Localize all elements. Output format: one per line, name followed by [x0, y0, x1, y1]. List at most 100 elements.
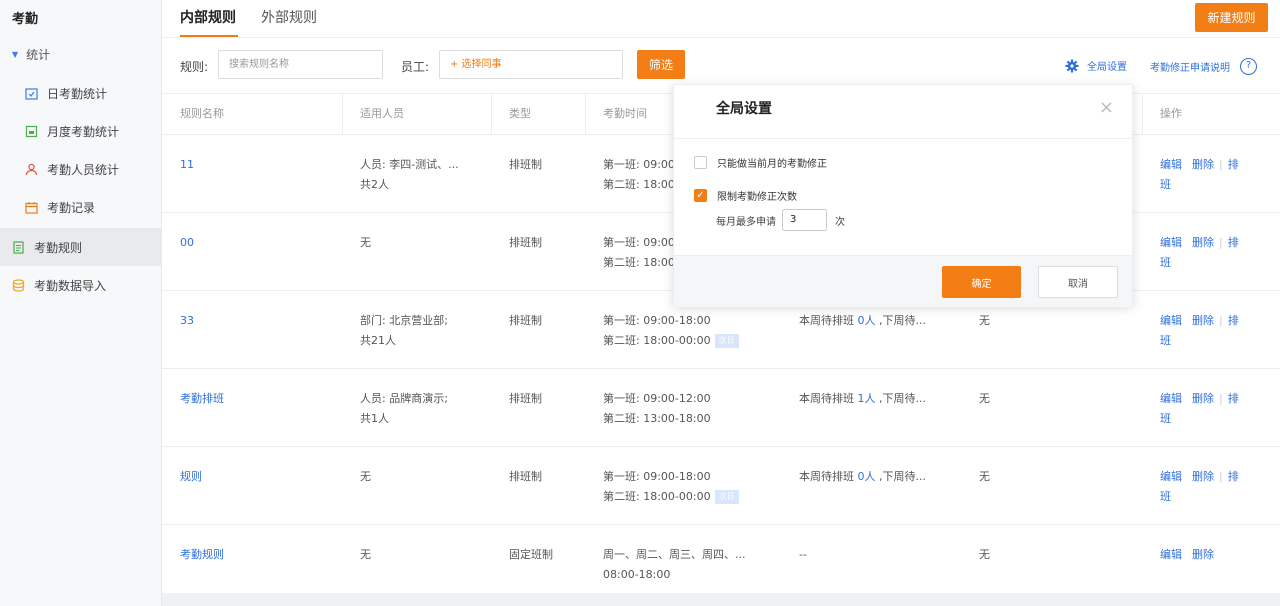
time-line-2-text: 第二班: 13:00-18:00 [603, 412, 711, 425]
tab-bar: 内部规则 外部规则 新建规则 [162, 0, 1280, 38]
schedule-link-wrap[interactable]: 班 [1160, 256, 1171, 269]
header-type: 类型 [509, 107, 531, 120]
delete-link[interactable]: 删除 [1192, 470, 1214, 483]
delete-link[interactable]: 删除 [1192, 236, 1214, 249]
schedule-link[interactable]: 排 [1228, 470, 1239, 483]
sidebar-item-label: 月度考勤统计 [47, 124, 120, 139]
sidebar-item-label: 考勤记录 [47, 200, 96, 215]
confirm-button[interactable]: 确定 [942, 266, 1021, 298]
people-count: 共21人 [360, 334, 396, 347]
sidebar-item-rules[interactable]: 考勤规则 [0, 228, 162, 266]
edit-link[interactable]: 编辑 [1160, 548, 1182, 561]
help-icon[interactable]: ? [1240, 58, 1257, 75]
type-cell: 固定班制 [509, 548, 553, 561]
rules-icon [12, 240, 25, 254]
time-line-2-text: 第二班: 18:00 [603, 178, 675, 191]
type-cell: 排班制 [509, 158, 542, 171]
option-current-month-only[interactable]: 只能做当前月的考勤修正 [694, 155, 827, 170]
checkbox-limit-corrections[interactable]: ✓ [694, 189, 707, 202]
people-cell: 人员: 李四-测试、... 共2人 [360, 155, 480, 195]
pending-count: 0人 [857, 314, 876, 327]
edit-link[interactable]: 编辑 [1160, 236, 1182, 249]
rule-name-link[interactable]: 考勤排班 [180, 389, 224, 409]
people-cell: 人员: 品牌商演示; 共1人 [360, 389, 480, 429]
actions-cell: 编辑 删除 [1160, 545, 1250, 565]
schedule-link[interactable]: 排 [1228, 236, 1239, 249]
table-row: 考勤规则 无 固定班制 周一、周二、周三、周四、... 08:00-18:00 -- 无 编辑… [162, 525, 1280, 603]
cancel-button[interactable]: 取消 [1038, 266, 1118, 298]
rule-name-link[interactable]: 33 [180, 311, 194, 331]
sidebar-title: 考勤 [12, 12, 39, 27]
checkbox-current-month-only[interactable] [694, 156, 707, 169]
dialog-footer: 确定 取消 [674, 255, 1132, 307]
tab-internal-rules[interactable]: 内部规则 [180, 7, 236, 27]
schedule-link-wrap[interactable]: 班 [1160, 334, 1171, 347]
edit-link[interactable]: 编辑 [1160, 392, 1182, 405]
people-count: 共1人 [360, 412, 389, 425]
schedule-link-wrap[interactable]: 班 [1160, 412, 1171, 425]
action-separator: | [1219, 236, 1223, 249]
sidebar-item-monthly-stats[interactable]: 月度考勤统计 [0, 112, 162, 150]
employee-select-input[interactable]: + 选择同事 [439, 50, 623, 79]
rule-name-link[interactable]: 00 [180, 233, 194, 253]
rule-search-input[interactable]: 搜索规则名称 [218, 50, 383, 79]
close-icon[interactable]: × [1099, 99, 1114, 117]
rule-name-link[interactable]: 规则 [180, 467, 202, 487]
tab-external-rules[interactable]: 外部规则 [261, 7, 317, 27]
actions-cell: 编辑 删除 | 排班 [1160, 467, 1250, 507]
header-people: 适用人员 [360, 107, 404, 120]
next-day-badge: 次日 [714, 334, 739, 348]
sidebar-item-people-stats[interactable]: 考勤人员统计 [0, 150, 162, 188]
calendar-check-icon [25, 87, 38, 100]
pending-cell: 本周待排班 0人 ,下周待... [799, 311, 949, 331]
delete-link[interactable]: 删除 [1192, 392, 1214, 405]
delete-link[interactable]: 删除 [1192, 314, 1214, 327]
edit-link[interactable]: 编辑 [1160, 314, 1182, 327]
schedule-link-wrap[interactable]: 班 [1160, 490, 1171, 503]
edit-link[interactable]: 编辑 [1160, 158, 1182, 171]
rule-name-link[interactable]: 考勤规则 [180, 545, 224, 565]
filter-button[interactable]: 筛选 [637, 50, 685, 79]
sidebar-group-stats[interactable]: ▼ 统计 [12, 46, 50, 63]
header-actions: 操作 [1160, 107, 1182, 120]
sidebar-item-daily-stats[interactable]: 日考勤统计 [0, 74, 162, 112]
time-line-2: 第二班: 13:00-18:00 [603, 409, 763, 429]
action-separator: | [1219, 158, 1223, 171]
sidebar-item-records[interactable]: 考勤记录 [0, 188, 162, 226]
monthly-limit-input[interactable]: 3 [782, 209, 827, 231]
edit-link[interactable]: 编辑 [1160, 470, 1182, 483]
dialog-divider [674, 138, 1132, 139]
delete-link[interactable]: 删除 [1192, 548, 1214, 561]
delete-link[interactable]: 删除 [1192, 158, 1214, 171]
people-line: 人员: 品牌商演示; [360, 392, 448, 405]
action-separator: | [1219, 392, 1223, 405]
type-cell: 排班制 [509, 392, 542, 405]
schedule-link[interactable]: 排 [1228, 392, 1239, 405]
exception-cell: 无 [979, 470, 990, 483]
correction-help-link[interactable]: 考勤修正申请说明 ? [1150, 58, 1257, 75]
time-cell: 第一班: 09:00-12:00 第二班: 13:00-18:00 [603, 389, 763, 429]
rule-filter-label: 规则: [180, 60, 209, 74]
time-line-2-text: 第二班: 18:00-00:00 [603, 490, 711, 503]
option-limit-corrections[interactable]: ✓ 限制考勤修正次数 [694, 188, 797, 203]
time-line-2-text: 08:00-18:00 [603, 568, 671, 581]
sidebar-item-label: 考勤人员统计 [47, 162, 120, 177]
schedule-link-wrap[interactable]: 班 [1160, 178, 1171, 191]
people-line: 无 [360, 548, 371, 561]
pending-count: 0人 [857, 470, 876, 483]
caret-down-icon: ▼ [12, 50, 19, 59]
import-icon [12, 278, 25, 292]
rule-name-link[interactable]: 11 [180, 155, 194, 175]
table-row: 规则 无 排班制 第一班: 09:00-18:00 第二班: 18:00-00:00 次日… [162, 447, 1280, 525]
calendar-icon [25, 201, 38, 214]
exception-cell: 无 [979, 548, 990, 561]
global-settings-link[interactable]: 全局设置 [1065, 58, 1127, 73]
time-line-1: 周一、周二、周三、周四、... [603, 548, 746, 561]
action-separator: | [1219, 470, 1223, 483]
pending-suffix: ,下周待... [875, 314, 926, 327]
actions-cell: 编辑 删除 | 排班 [1160, 389, 1250, 429]
schedule-link[interactable]: 排 [1228, 314, 1239, 327]
new-rule-button[interactable]: 新建规则 [1195, 3, 1268, 32]
schedule-link[interactable]: 排 [1228, 158, 1239, 171]
sidebar-item-data-import[interactable]: 考勤数据导入 [0, 266, 162, 304]
